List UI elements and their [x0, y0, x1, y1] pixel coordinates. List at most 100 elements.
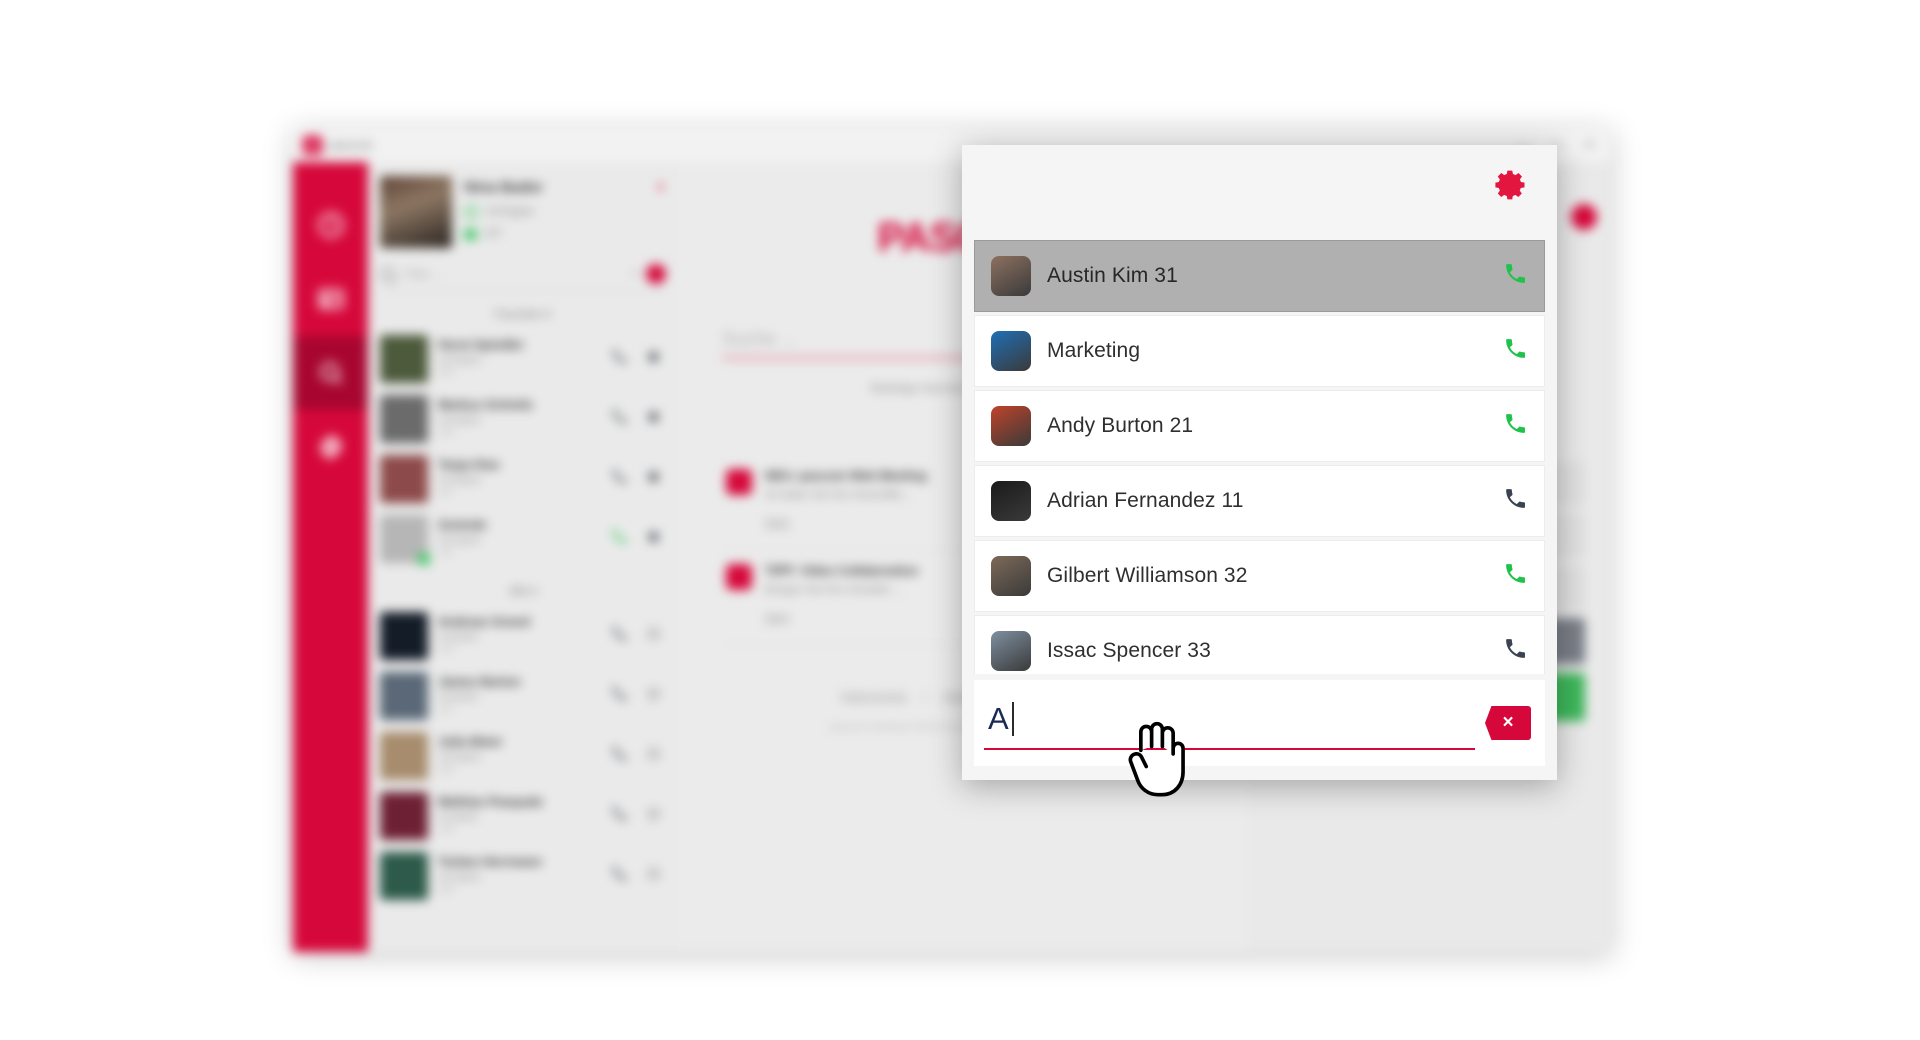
rail-item-settings[interactable] [293, 410, 368, 484]
search-icon [380, 266, 395, 282]
favorite-button[interactable] [645, 685, 662, 707]
contact-extension: 142 [438, 644, 454, 656]
star-icon [645, 745, 662, 761]
call-button[interactable] [611, 805, 628, 827]
favorite-button[interactable] [645, 805, 662, 827]
phone-icon [613, 867, 626, 880]
call-button[interactable] [1503, 336, 1528, 366]
call-button[interactable] [611, 685, 628, 707]
star-icon [645, 805, 662, 821]
contact-status: Verfügbar [438, 871, 482, 883]
contact-row[interactable]: James Barton Available 137 [380, 666, 666, 726]
rail-item-history[interactable] [293, 188, 368, 262]
contact-row[interactable]: Torben Herrmann Verfügbar 236 [380, 846, 666, 906]
rail-item-search[interactable] [293, 336, 368, 410]
contact-name: Andreas Gravel [438, 615, 531, 630]
my-presence[interactable]: Verfügbar [464, 205, 643, 219]
screen: p pascom — ◻ ✕ [0, 0, 1920, 1040]
call-button[interactable] [1503, 261, 1528, 291]
call-button[interactable] [611, 865, 628, 887]
contact-name: Zentrale [438, 518, 487, 533]
profile-chevron-down-icon[interactable]: ▼ [655, 176, 666, 194]
contact-result-row[interactable]: Issac Spencer 33 [974, 615, 1545, 674]
contact-result-row[interactable]: Adrian Fernandez 11 [974, 465, 1545, 537]
call-button[interactable] [611, 408, 628, 430]
contact-row[interactable]: Tanja Klee Verfügbar 207 [380, 449, 666, 509]
contact-row[interactable]: Julia Meier Verfügbar 228 [380, 726, 666, 786]
search-underline [984, 747, 1475, 750]
overlay-settings-button[interactable] [1493, 167, 1529, 203]
favorite-button[interactable] [645, 625, 662, 647]
search-input-value: A [988, 701, 1009, 736]
contact-card-icon [317, 288, 344, 310]
call-button[interactable] [611, 468, 628, 490]
call-button[interactable] [1503, 411, 1528, 441]
call-button[interactable] [1503, 636, 1528, 666]
search-input[interactable]: A [988, 680, 1485, 766]
overlay-header [962, 145, 1557, 240]
star-icon [646, 469, 661, 483]
phone-icon [1506, 564, 1525, 583]
favorite-button[interactable] [645, 408, 662, 430]
phone-icon [613, 747, 626, 760]
favorite-button[interactable] [645, 348, 662, 370]
contact-row[interactable]: Horst Spindler Verfügbar 205 [380, 329, 666, 389]
phone-icon [613, 350, 626, 363]
favorite-button[interactable] [645, 468, 662, 490]
contact-result-row[interactable]: Austin Kim 31 [974, 240, 1545, 312]
my-avatar [380, 176, 452, 248]
contact-extension: 236 [438, 884, 454, 896]
overlay-search-box[interactable]: A × [974, 680, 1545, 766]
contact-extension: 146 [438, 824, 454, 836]
contact-row[interactable]: Mathias Pasquale Available 146 [380, 786, 666, 846]
contact-extension: 228 [438, 764, 454, 776]
notification-badge[interactable] [1571, 204, 1597, 230]
contact-status: Available [438, 631, 479, 643]
contact-row[interactable]: Markus Schmitz Verfügbar 209 [380, 389, 666, 449]
section-header[interactable]: Favoriten ▾ [380, 307, 666, 321]
filter-clear-button[interactable] [646, 264, 666, 284]
contact-status: Available [438, 691, 479, 703]
phone-icon [613, 627, 626, 640]
avatar [380, 792, 428, 840]
footer-link[interactable]: Datenschutz [841, 689, 908, 703]
avatar [991, 481, 1031, 521]
phone-icon [613, 530, 626, 543]
call-button[interactable] [611, 528, 628, 550]
phone-icon [613, 410, 626, 423]
contact-row[interactable]: Zentrale Verfügbar 201 [380, 509, 666, 569]
contact-result-row[interactable]: Gilbert Williamson 32 [974, 540, 1545, 612]
call-button[interactable] [1503, 561, 1528, 591]
favorite-button[interactable] [645, 528, 662, 550]
call-button[interactable] [611, 625, 628, 647]
contact-result-row[interactable]: Andy Burton 21 [974, 390, 1545, 462]
chevron-down-icon[interactable]: ▾ [632, 269, 637, 280]
search-icon [320, 362, 342, 384]
contact-sections: Favoriten ▾ Horst Spindler Verfügbar 205 Mar… [380, 307, 666, 906]
favorite-button[interactable] [645, 865, 662, 887]
close-icon[interactable]: ✕ [1584, 137, 1595, 153]
rail-item-contacts[interactable] [293, 262, 368, 336]
phone-icon [1506, 414, 1525, 433]
contact-row[interactable]: Andreas Gravel Available 142 [380, 606, 666, 666]
contact-name: Andy Burton 21 [1047, 414, 1194, 437]
phone-icon [1506, 489, 1525, 508]
contact-result-row[interactable]: Marketing [974, 315, 1545, 387]
call-button[interactable] [611, 745, 628, 767]
my-profile[interactable]: Nina Bader Verfügbar 207 ▼ [380, 176, 666, 248]
my-status-label: Verfügbar [485, 206, 535, 218]
phone-icon [1506, 264, 1525, 283]
contact-name: Issac Spencer 33 [1047, 639, 1211, 662]
extension-icon [464, 228, 477, 240]
section-header[interactable]: Alle ▾ [380, 584, 666, 598]
star-icon [645, 685, 662, 701]
contact-filter[interactable]: Filter ... ▾ [380, 264, 666, 292]
contact-name: Austin Kim 31 [1047, 264, 1178, 287]
call-button[interactable] [611, 348, 628, 370]
favorite-button[interactable] [645, 745, 662, 767]
call-button[interactable] [1503, 486, 1528, 516]
filter-input[interactable]: Filter ... [404, 267, 623, 281]
clear-search-button[interactable]: × [1485, 706, 1531, 740]
contact-extension: 137 [438, 704, 454, 716]
contact-name: Adrian Fernandez 11 [1047, 489, 1244, 512]
